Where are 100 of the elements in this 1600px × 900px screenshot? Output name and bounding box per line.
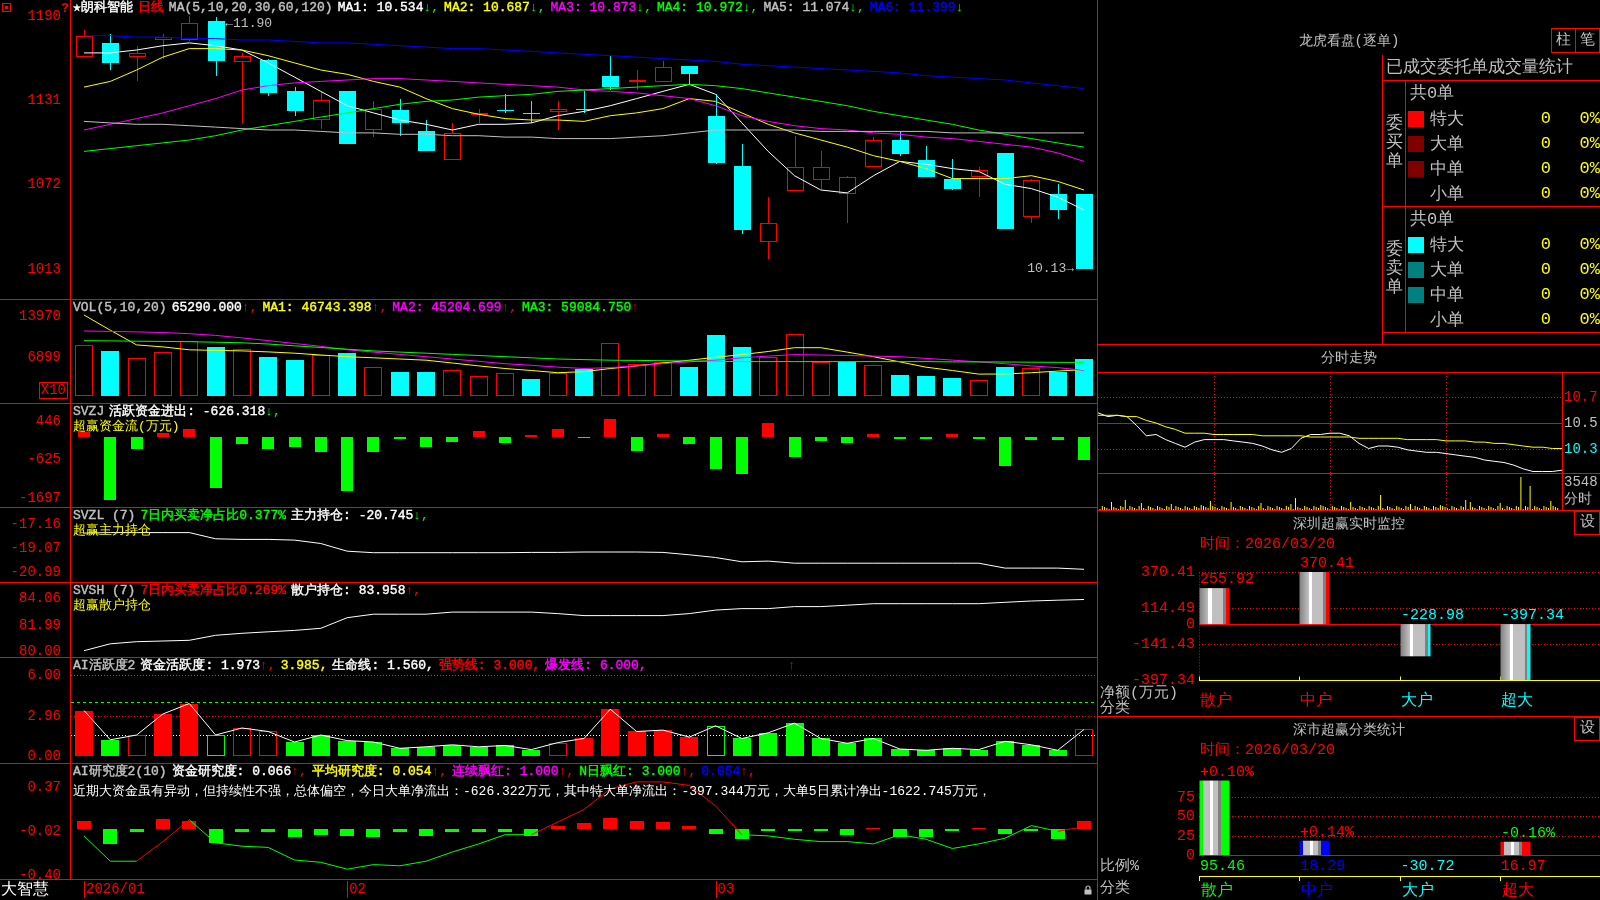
axis-label: 10.7	[1564, 390, 1598, 405]
legend-text: 资金研究度: 0.066	[171, 764, 292, 779]
legend-text: AI研究度2(10)	[73, 764, 167, 779]
research-bar	[577, 823, 591, 829]
axis-label: 81.99	[19, 617, 61, 632]
lock-icon[interactable]	[1084, 885, 1092, 895]
axis-label: 分时	[1564, 491, 1593, 508]
research-bar	[1077, 820, 1091, 829]
category-label: 大户	[1399, 692, 1433, 710]
legend-text: SVZL (7)	[73, 508, 136, 523]
fund-flow-bar	[867, 434, 879, 438]
fund-flow-bar	[789, 437, 801, 457]
order-size-label: 中单	[1430, 159, 1465, 180]
axis-label: -20.99	[10, 565, 61, 580]
research-bar	[156, 818, 170, 829]
legend-text: 3.985,	[280, 658, 328, 673]
research-bar	[1024, 829, 1038, 832]
candlestick	[839, 175, 856, 224]
fund-flow-bar	[1052, 437, 1064, 440]
research-bar	[393, 829, 407, 833]
order-size-label: 小单	[1430, 310, 1465, 331]
candlestick	[629, 69, 646, 91]
trend-arrow: ↑,	[260, 658, 276, 673]
net-amount-bar	[1199, 588, 1230, 625]
trend-arrow: ↑	[631, 300, 640, 315]
order-size-label: 小单	[1430, 184, 1465, 205]
trend-arrow: ↓,	[423, 0, 440, 15]
axis-label: 1072	[27, 177, 61, 192]
order-share: 0%	[1578, 285, 1600, 304]
legend-text: N日飘红: 3.000	[579, 764, 681, 779]
legend-text: VOL(5,10,20)	[73, 300, 167, 315]
candlestick	[471, 108, 488, 124]
fund-flow-bar	[736, 437, 748, 474]
view-toggle-button[interactable]: 柱	[1551, 28, 1576, 53]
research-bar	[919, 829, 933, 838]
value-label: 95.46	[1199, 859, 1245, 874]
fund-flow-bar	[631, 437, 643, 452]
panel-title: 深圳超赢实时监控	[1293, 515, 1405, 534]
legend-text: ★朗科智能	[73, 0, 133, 15]
candlestick	[787, 135, 804, 191]
candlestick	[655, 60, 672, 83]
legend-text: 主力持仓: -20.745	[291, 508, 414, 523]
value-label: 18.29	[1299, 859, 1346, 874]
research-bar	[788, 829, 802, 832]
research-bar	[209, 829, 223, 843]
axis-label: 6899	[27, 349, 61, 364]
ratio-bar	[1500, 841, 1531, 855]
research-bar	[366, 829, 380, 838]
change-label: -0.16%	[1501, 825, 1555, 841]
legend-text: 平均研究度: 0.054	[311, 764, 432, 779]
legend-text: 连续飘红: 1.000	[452, 764, 559, 779]
trend-arrow: ↓,	[529, 0, 546, 15]
category-label: 中户	[1300, 882, 1334, 900]
order-total: 共0单	[1410, 84, 1455, 103]
order-count: 0	[1539, 310, 1551, 329]
value-label: 16.97	[1499, 859, 1546, 874]
axis-label: 370.41	[1141, 565, 1195, 579]
candlestick	[102, 33, 119, 71]
table-title: 已成交委托单成交量统计	[1383, 55, 1600, 81]
side-label: 委买单	[1385, 115, 1403, 172]
candlestick	[813, 150, 830, 190]
axis-label: 446	[35, 414, 61, 428]
fund-flow-bar	[683, 437, 695, 445]
legend-text: 爆发线: 6.000,	[545, 658, 647, 673]
axis-label: 50	[1177, 809, 1195, 823]
category-label: 超大	[1499, 692, 1533, 710]
fund-flow-bar	[499, 437, 511, 444]
axis-label: 84.06	[19, 591, 61, 606]
axis-label: 1190	[27, 8, 61, 23]
category-label: 大户	[1400, 882, 1434, 900]
unit-multiplier-button[interactable]: X10	[38, 382, 68, 399]
axis-label: 114.49	[1141, 601, 1195, 615]
candlestick	[444, 122, 461, 161]
order-share: 0%	[1578, 310, 1600, 329]
trend-arrow: ↓,	[265, 404, 281, 419]
trend-arrow: ↑,	[680, 764, 697, 779]
trend-arrow: ↓,	[742, 0, 759, 15]
fund-flow-bar	[210, 437, 222, 489]
candlestick	[129, 45, 146, 82]
date-label: 02	[347, 881, 366, 898]
net-amount-bar	[1400, 624, 1431, 657]
research-bar	[603, 817, 617, 829]
square-icon[interactable]	[2, 3, 11, 12]
research-bar	[445, 829, 459, 833]
legend-text: 7日内买卖净占比0.377%	[140, 508, 287, 523]
fund-flow-bar	[762, 423, 774, 438]
help-mark[interactable]: ?	[61, 2, 69, 15]
order-count: 0	[1539, 285, 1551, 304]
fund-flow-bar	[157, 433, 169, 438]
category-label: 散户	[1199, 692, 1232, 710]
settings-button[interactable]: 设	[1574, 717, 1600, 741]
legend-text: 散户持仓: 83.958	[291, 583, 406, 598]
research-bar	[709, 829, 723, 834]
candlestick	[313, 90, 330, 130]
legend-text: 0.054	[701, 764, 741, 779]
legend-text: 活跃资金进出: -626.318	[109, 404, 266, 419]
research-bar	[735, 829, 749, 840]
settings-button[interactable]: 设	[1574, 511, 1600, 535]
view-toggle-button[interactable]: 笔	[1575, 28, 1600, 53]
price-note: ←11.90	[225, 15, 273, 31]
